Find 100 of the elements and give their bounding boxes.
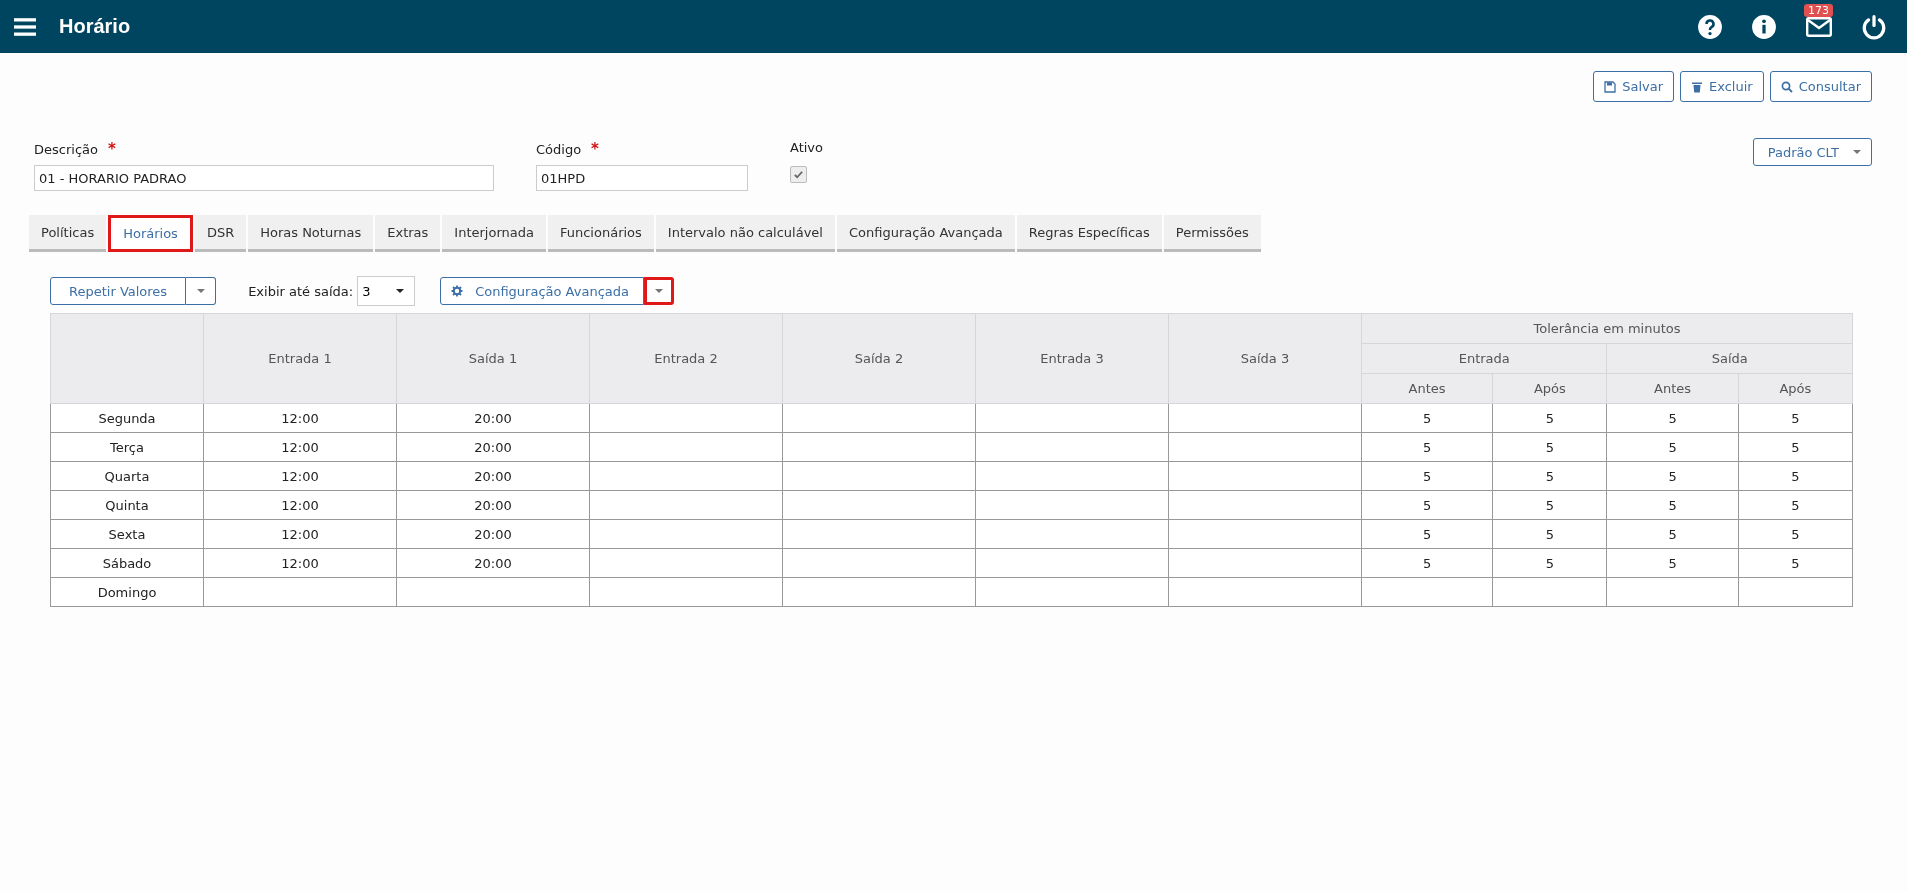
- table-cell[interactable]: [975, 548, 1169, 578]
- table-cell[interactable]: 5: [1738, 490, 1853, 520]
- table-cell[interactable]: [975, 461, 1169, 491]
- table-cell[interactable]: [396, 577, 590, 607]
- table-cell[interactable]: [589, 548, 783, 578]
- column-header: Saída 1: [396, 313, 590, 404]
- power-icon[interactable]: [1861, 13, 1887, 40]
- table-cell[interactable]: 5: [1738, 432, 1853, 462]
- table-cell[interactable]: 5: [1738, 461, 1853, 491]
- table-cell[interactable]: 5: [1361, 490, 1493, 520]
- table-cell[interactable]: 5: [1606, 403, 1739, 433]
- table-cell[interactable]: [782, 519, 976, 549]
- table-cell[interactable]: [782, 577, 976, 607]
- table-cell[interactable]: [1168, 461, 1362, 491]
- field-label: Ativo: [790, 140, 824, 155]
- table-cell[interactable]: [975, 577, 1169, 607]
- help-icon[interactable]: [1697, 13, 1723, 40]
- table-cell[interactable]: 5: [1361, 403, 1493, 433]
- table-cell[interactable]: 5: [1606, 461, 1739, 491]
- table-cell[interactable]: 20:00: [396, 490, 590, 520]
- table-cell[interactable]: [1168, 548, 1362, 578]
- table-cell[interactable]: 5: [1361, 548, 1493, 578]
- table-cell[interactable]: 5: [1606, 548, 1739, 578]
- save-button[interactable]: Salvar: [1593, 71, 1675, 102]
- table-cell[interactable]: 5: [1361, 432, 1493, 462]
- info-icon[interactable]: [1751, 13, 1777, 40]
- tab[interactable]: Horários: [108, 215, 193, 252]
- table-cell[interactable]: [1738, 577, 1853, 607]
- table-cell[interactable]: 12:00: [203, 403, 397, 433]
- table-cell[interactable]: [782, 432, 976, 462]
- advanced-config-button[interactable]: Configuração Avançada: [440, 277, 644, 305]
- mail-icon[interactable]: [1805, 16, 1833, 37]
- caret-button[interactable]: [186, 277, 217, 305]
- table-cell[interactable]: [589, 432, 783, 462]
- repeat-values-button[interactable]: Repetir Valores: [50, 277, 187, 305]
- table-cell[interactable]: [1168, 490, 1362, 520]
- table-cell[interactable]: [782, 490, 976, 520]
- table-cell[interactable]: [589, 461, 783, 491]
- tab[interactable]: Regras Específicas: [1016, 215, 1162, 252]
- table-cell[interactable]: [782, 403, 976, 433]
- tab[interactable]: Funcionários: [547, 215, 654, 252]
- table-cell[interactable]: 5: [1492, 461, 1607, 491]
- table-cell[interactable]: [203, 577, 397, 607]
- table-cell[interactable]: 5: [1492, 519, 1607, 549]
- description-field[interactable]: 01 - HORARIO PADRAO: [34, 165, 494, 191]
- table-cell[interactable]: [1168, 432, 1362, 462]
- table-cell[interactable]: 20:00: [396, 519, 590, 549]
- preset-dropdown[interactable]: Padrão CLT: [1752, 138, 1872, 166]
- search-button[interactable]: Consultar: [1769, 71, 1872, 102]
- table-cell[interactable]: [782, 548, 976, 578]
- code-field[interactable]: 01HPD: [536, 165, 748, 191]
- table-cell[interactable]: [589, 490, 783, 520]
- table-cell[interactable]: 5: [1492, 548, 1607, 578]
- table-cell[interactable]: 5: [1738, 519, 1853, 549]
- table-cell[interactable]: 5: [1492, 490, 1607, 520]
- tab[interactable]: DSR: [194, 215, 247, 252]
- table-cell[interactable]: 5: [1492, 403, 1607, 433]
- table-cell[interactable]: [589, 403, 783, 433]
- table-cell[interactable]: 5: [1492, 432, 1607, 462]
- table-cell[interactable]: 12:00: [203, 490, 397, 520]
- table-cell[interactable]: 5: [1738, 403, 1853, 433]
- table-cell[interactable]: [975, 490, 1169, 520]
- table-cell[interactable]: [589, 519, 783, 549]
- table-cell[interactable]: [975, 403, 1169, 433]
- table-cell[interactable]: 5: [1606, 519, 1739, 549]
- tab[interactable]: Intervalo não calculável: [655, 215, 835, 252]
- table-cell[interactable]: [782, 461, 976, 491]
- table-cell[interactable]: 5: [1606, 432, 1739, 462]
- table-cell[interactable]: 12:00: [203, 548, 397, 578]
- table-cell[interactable]: [1168, 519, 1362, 549]
- tab[interactable]: Horas Noturnas: [248, 215, 374, 252]
- menu-icon[interactable]: [14, 17, 36, 36]
- tab[interactable]: Extras: [375, 215, 441, 252]
- table-cell[interactable]: [589, 577, 783, 607]
- caret-button[interactable]: [644, 277, 674, 305]
- table-cell[interactable]: 5: [1606, 490, 1739, 520]
- table-cell[interactable]: 5: [1738, 548, 1853, 578]
- table-cell[interactable]: 20:00: [396, 548, 590, 578]
- tab[interactable]: Permissões: [1163, 215, 1261, 252]
- table-cell[interactable]: [1168, 403, 1362, 433]
- tab[interactable]: Políticas: [29, 215, 107, 252]
- table-cell[interactable]: 12:00: [203, 432, 397, 462]
- table-cell[interactable]: 20:00: [396, 403, 590, 433]
- active-checkbox[interactable]: [790, 166, 807, 183]
- table-cell[interactable]: [1492, 577, 1607, 607]
- table-cell[interactable]: 5: [1361, 519, 1493, 549]
- table-cell[interactable]: 12:00: [203, 519, 397, 549]
- tab[interactable]: Configuração Avançada: [837, 215, 1015, 252]
- table-cell[interactable]: 5: [1361, 461, 1493, 491]
- table-cell[interactable]: [1168, 577, 1362, 607]
- table-cell[interactable]: [1361, 577, 1493, 607]
- table-cell[interactable]: [1606, 577, 1739, 607]
- table-cell[interactable]: 12:00: [203, 461, 397, 491]
- table-cell[interactable]: 20:00: [396, 461, 590, 491]
- table-cell[interactable]: [975, 432, 1169, 462]
- table-cell[interactable]: [975, 519, 1169, 549]
- table-cell[interactable]: 20:00: [396, 432, 590, 462]
- delete-button[interactable]: Excluir: [1680, 71, 1764, 102]
- exit-count-select[interactable]: 3: [357, 276, 416, 306]
- tab[interactable]: Interjornada: [442, 215, 546, 252]
